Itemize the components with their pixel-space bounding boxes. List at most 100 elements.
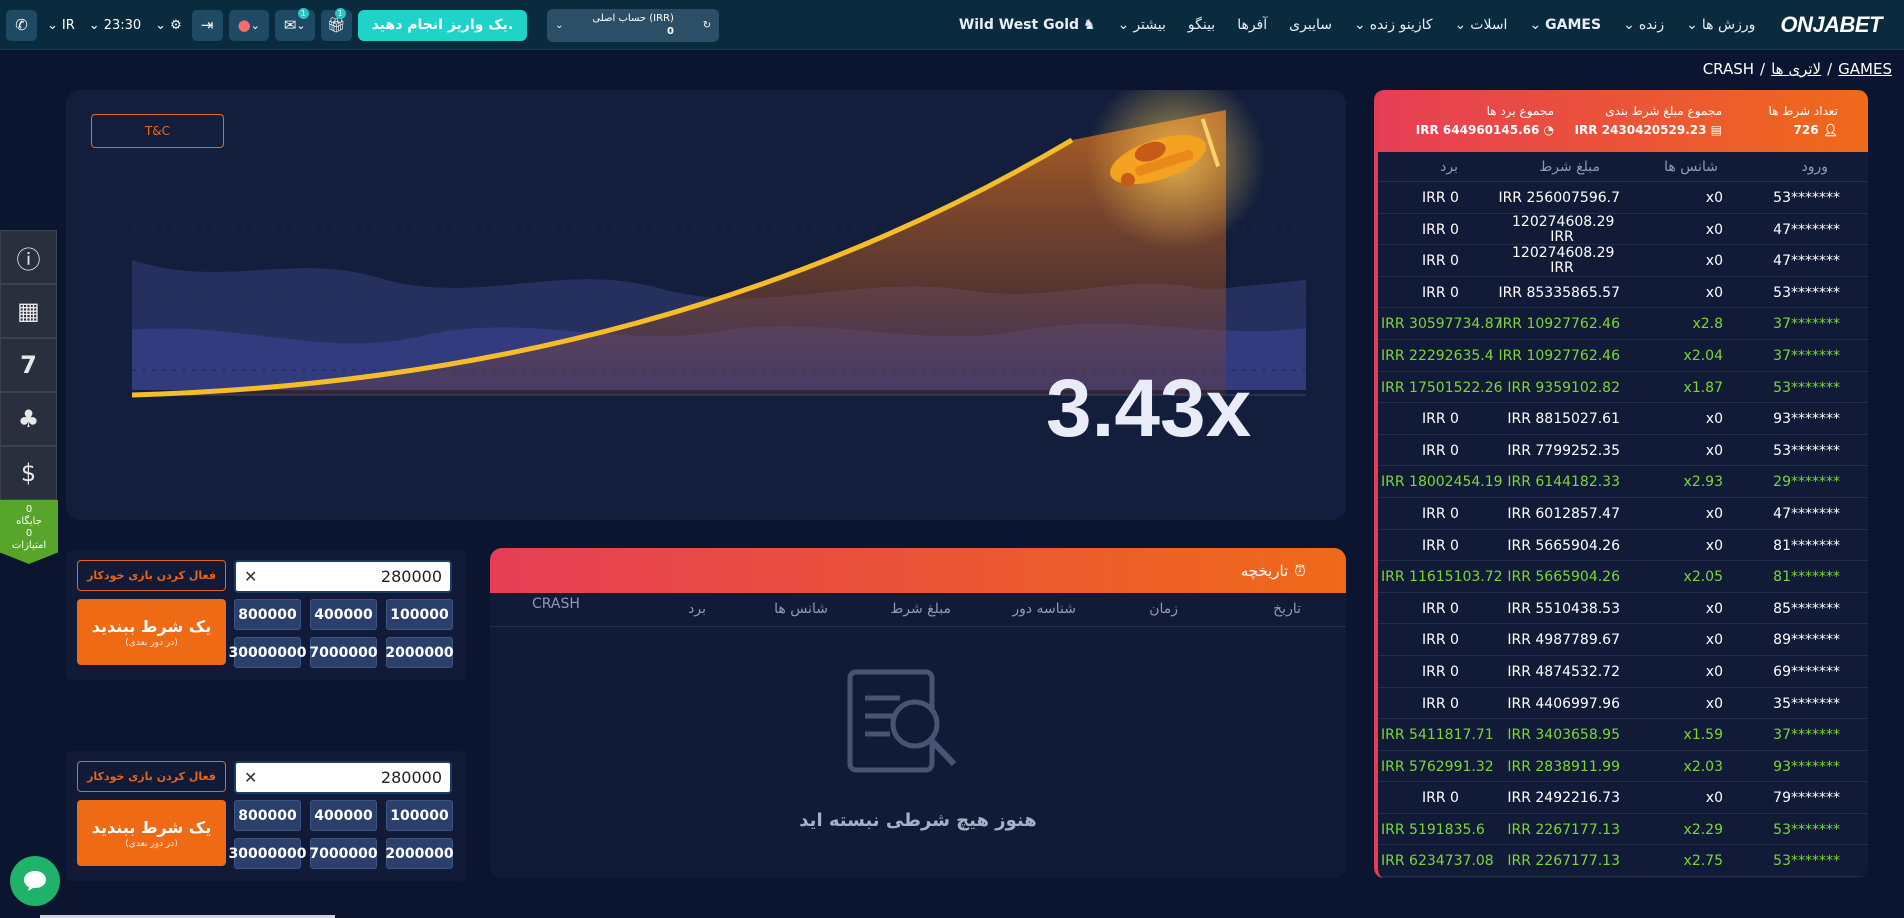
bet-row: 93******* x0 IRR 8815027.61 IRR 0 [1378, 403, 1868, 435]
bet-amount-input[interactable]: ✕ 280000 [234, 761, 452, 794]
bet-row-amount: IRR 10927762.46 [1498, 316, 1620, 333]
quick-amount-chips: 800000 400000 100000 30000000 7000000 20… [229, 800, 454, 869]
bet-row-win: IRR 22292635.4 [1381, 347, 1494, 364]
language-selector[interactable]: ⌄ IR [47, 18, 75, 33]
nav-label: ورزش ها [1701, 17, 1756, 33]
bet-row-win: IRR 18002454.19 [1381, 474, 1503, 491]
total-bet-stat: مجموع مبلغ شرط بندی IRR 2430420529.23 ▤ [1575, 104, 1722, 137]
bet-row-user: 37******* [1773, 316, 1840, 333]
rail-seven-button[interactable]: 7 [0, 338, 57, 392]
nav-bingo[interactable]: بینگو [1188, 17, 1215, 33]
rail-money-button[interactable]: $ [0, 446, 57, 500]
quick-amount-chip[interactable]: 30000000 [229, 637, 306, 668]
quick-amount-chips: 800000 400000 100000 30000000 7000000 20… [229, 599, 454, 668]
phone-button[interactable]: ✆ [6, 9, 37, 41]
bet-row-win: IRR 11615103.72 [1381, 569, 1503, 586]
side-rail: ⓘ ▦ 7 ♣ $ 0 جایگاه 0 امتیازات [0, 230, 58, 564]
refresh-icon[interactable]: ↻ [703, 20, 711, 31]
bets-col-odds: شانس ها [1664, 159, 1718, 175]
bet-row-odds: x0 [1705, 600, 1723, 617]
chevron-down-icon: ⌄ [88, 17, 100, 33]
profile-button[interactable]: ● ⌄ [228, 9, 269, 41]
quick-amount-chip[interactable]: 800000 [234, 599, 301, 630]
rank-points-widget[interactable]: 0 جایگاه 0 امتیازات [0, 500, 58, 564]
clear-icon[interactable]: ✕ [244, 768, 257, 787]
bet-row: 53******* x2.29 IRR 2267177.13 IRR 5191835.… [1378, 814, 1868, 846]
nav-games[interactable]: ⌄ GAMES [1529, 17, 1601, 33]
bet-row-win: IRR 0 [1422, 600, 1459, 617]
autoplay-button[interactable]: فعال کردن بازی خودکار [77, 560, 226, 591]
logout-button[interactable]: ⇥ [191, 9, 223, 41]
history-title: تاریخچه [1240, 561, 1289, 580]
bet-amount-input[interactable]: ✕ 280000 [234, 560, 452, 593]
quick-amount-chip[interactable]: 400000 [310, 599, 377, 630]
bet-row-amount: IRR 8815027.61 [1507, 411, 1620, 428]
site-logo[interactable]: ONJABET [1780, 12, 1882, 38]
bets-table-body: 53******* x0 IRR 256007596.7 IRR 0 47*******… [1378, 182, 1868, 878]
autoplay-button[interactable]: فعال کردن بازی خودکار [77, 761, 226, 792]
bets-count-value: 726 [1793, 123, 1819, 137]
rail-poker-button[interactable]: ♣ [0, 392, 57, 446]
quick-amount-chip[interactable]: 2000000 [385, 838, 454, 869]
quick-amount-chip[interactable]: 2000000 [385, 637, 454, 668]
app-root: ✆ ⌄ IR ⌄ 23:30 ⌄ ⚙ ⇥ ● ⌄ ✉ ⌄ 1 🎁︎ 1 یک واریز ان… [0, 0, 1904, 918]
bet-row-amount: IRR 4874532.72 [1507, 663, 1620, 680]
bet-row-odds: x2.75 [1683, 853, 1723, 870]
bet-row-user: 53******* [1773, 379, 1840, 396]
account-balance-dropdown[interactable]: ⌄ حساب اصلی (IRR) 0 ↻ [547, 8, 720, 42]
nav-slots[interactable]: ⌄ اسلات [1455, 17, 1508, 33]
wild-west-label: Wild West Gold [958, 17, 1080, 33]
nav-label: GAMES [1545, 17, 1602, 33]
terms-button[interactable]: T&C [91, 114, 224, 148]
bet-row-user: 53******* [1773, 284, 1840, 301]
empty-search-icon [847, 669, 957, 773]
nav-sports[interactable]: ⌄ ورزش ها [1686, 17, 1755, 33]
quick-amount-chip[interactable]: 7000000 [309, 637, 378, 668]
deposit-button[interactable]: یک واریز انجام دهید. [357, 9, 528, 41]
quick-amount-chip[interactable]: 100000 [386, 800, 453, 831]
bet-row-odds: x1.87 [1683, 379, 1723, 396]
rail-gift-button[interactable]: ▦ [0, 284, 57, 338]
bet-row-user: 69******* [1773, 663, 1840, 680]
rail-info-button[interactable]: ⓘ [0, 230, 57, 284]
nav-label: بیشتر [1133, 17, 1166, 33]
breadcrumb-lottery[interactable]: لاتری ها [1771, 60, 1821, 78]
chat-button[interactable] [10, 856, 60, 906]
main-nav: Wild West Gold ♞ ⌄ بیشتر بینگو آفرها سایبر… [948, 0, 1904, 50]
messages-button[interactable]: ✉ ⌄ 1 [274, 7, 315, 41]
nav-cyber[interactable]: سایبری [1289, 17, 1332, 33]
clear-icon[interactable]: ✕ [244, 567, 257, 586]
bet-row-user: 81******* [1773, 569, 1840, 586]
bets-summary: تعداد شرط ها 726 👤︎ مجموع مبلغ شرط بندی … [1378, 90, 1868, 152]
bet-row-amount: IRR 4987789.67 [1507, 632, 1620, 649]
history-col-bet: مبلغ شرط [890, 601, 951, 617]
bet-row-amount: IRR 2267177.13 [1507, 821, 1620, 838]
bet-row-user: 47******* [1773, 253, 1840, 270]
bet-row-win: IRR 0 [1422, 442, 1459, 459]
breadcrumb-games[interactable]: GAMES [1838, 60, 1892, 78]
quick-amount-chip[interactable]: 400000 [310, 800, 377, 831]
settings-button[interactable]: ⌄ ⚙ [155, 18, 182, 33]
history-col-win: برد [688, 601, 706, 617]
quick-amount-chip[interactable]: 30000000 [229, 838, 306, 869]
bet-row-win: IRR 0 [1422, 537, 1459, 554]
bets-count-label: تعداد شرط ها [1768, 104, 1839, 118]
bet-row-odds: x0 [1705, 190, 1723, 206]
nav-live[interactable]: ⌄ زنده [1623, 17, 1664, 33]
place-bet-button[interactable]: یک شرط ببندید (در دور بعدی) [77, 800, 226, 866]
rank-value: 0 [25, 504, 33, 515]
place-bet-button[interactable]: یک شرط ببندید (در دور بعدی) [77, 599, 226, 665]
bet-row-odds: x1.59 [1683, 727, 1723, 744]
nav-more[interactable]: ⌄ بیشتر [1118, 17, 1166, 33]
bet-row-odds: x0 [1705, 505, 1723, 522]
nav-live-casino[interactable]: ⌄ کازینو زنده [1354, 17, 1433, 33]
gifts-button[interactable]: 🎁︎ 1 [320, 7, 352, 41]
nav-wild-west-gold[interactable]: Wild West Gold ♞ [959, 17, 1096, 33]
bet-row-win: IRR 0 [1422, 284, 1459, 301]
quick-amount-chip[interactable]: 100000 [386, 599, 453, 630]
breadcrumb-separator: / [1760, 60, 1766, 78]
quick-amount-chip[interactable]: 800000 [234, 800, 301, 831]
quick-amount-chip[interactable]: 7000000 [309, 838, 378, 869]
nav-offers[interactable]: آفرها [1237, 17, 1267, 33]
bet-row: 81******* x0 IRR 5665904.26 IRR 0 [1378, 530, 1868, 562]
